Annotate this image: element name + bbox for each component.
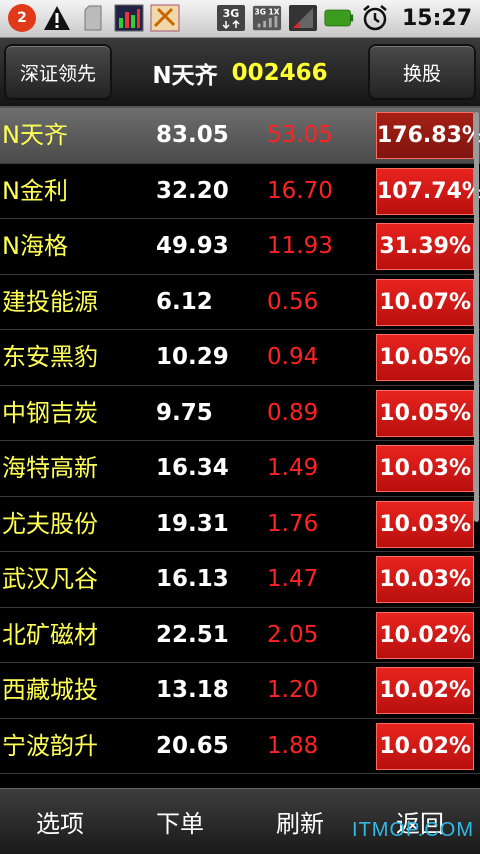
notification-badge: 2 <box>8 4 36 32</box>
list-scrollbar[interactable] <box>474 112 479 522</box>
row-pct: 10.03% <box>376 445 474 492</box>
svg-text:3G 1X: 3G 1X <box>254 7 279 16</box>
row-pct: 10.03% <box>376 500 474 548</box>
row-price: 20.65 <box>156 732 229 759</box>
row-name: 宁波韵升 <box>2 731 98 760</box>
stock-row[interactable]: N海格 49.93 11.93 31.39% <box>0 219 480 275</box>
row-price: 9.75 <box>156 399 213 426</box>
row-price: 19.31 <box>156 510 229 537</box>
row-pct: 10.02% <box>376 667 474 714</box>
stock-row[interactable]: 北矿磁材 22.51 2.05 10.02% <box>0 608 480 663</box>
row-price: 32.20 <box>156 177 229 204</box>
row-name: 西藏城投 <box>2 676 98 704</box>
tools-icon <box>150 4 180 32</box>
row-pct: 10.05% <box>376 334 474 381</box>
row-name: N天齐 <box>2 121 68 149</box>
row-pct: 176.83% <box>376 112 480 159</box>
stock-header: 深证领先 N天齐 002466 换股 <box>0 38 480 108</box>
row-name: 北矿磁材 <box>2 620 98 649</box>
stock-title: N天齐 002466 <box>112 38 368 108</box>
stock-row[interactable]: 中钢吉炭 9.75 0.89 10.05% <box>0 386 480 441</box>
stock-row[interactable]: N天齐 83.05 53.05 176.83% <box>0 108 480 164</box>
refresh-button[interactable]: 刷新 <box>240 789 360 854</box>
row-pct: 10.02% <box>376 611 474 659</box>
row-change: 1.47 <box>267 566 319 592</box>
row-change: 1.49 <box>267 455 319 481</box>
watermark: ITMOP.COM <box>352 819 474 841</box>
row-name: 中钢吉炭 <box>2 398 98 427</box>
row-name: 东安黑豹 <box>2 343 98 371</box>
market-select-button[interactable]: 深证领先 <box>4 44 112 100</box>
status-bar: 2 3G 3G 1X 15:27 <box>0 0 480 38</box>
options-button[interactable]: 选项 <box>0 789 120 854</box>
row-name: N海格 <box>2 232 68 260</box>
row-name: 武汉凡谷 <box>2 565 98 593</box>
sd-card-icon <box>78 4 108 32</box>
row-name: 海特高新 <box>2 454 98 482</box>
row-change: 53.05 <box>267 122 333 148</box>
battery-icon <box>324 4 354 32</box>
svg-text:3G: 3G <box>223 7 240 20</box>
row-pct: 31.39% <box>376 223 474 270</box>
row-price: 13.18 <box>156 677 229 703</box>
row-pct: 107.74% <box>376 167 480 215</box>
row-price: 6.12 <box>156 288 213 315</box>
row-change: 0.94 <box>267 344 319 370</box>
stock-row[interactable]: 建投能源 6.12 0.56 10.07% <box>0 275 480 330</box>
status-bar-left: 2 <box>8 4 180 32</box>
status-time: 15:27 <box>401 5 472 31</box>
stock-list[interactable]: N天齐 83.05 53.05 176.83% N金利 32.20 16.70 … <box>0 108 480 788</box>
stock-row[interactable]: N金利 32.20 16.70 107.74% <box>0 164 480 219</box>
row-name: N金利 <box>2 176 68 205</box>
row-change: 1.88 <box>267 732 319 759</box>
place-order-button[interactable]: 下单 <box>120 789 240 854</box>
row-pct: 10.07% <box>376 278 474 326</box>
row-change: 0.56 <box>267 288 319 315</box>
row-change: 2.05 <box>267 621 319 648</box>
alarm-clock-icon <box>360 4 390 32</box>
row-name: 建投能源 <box>2 287 98 316</box>
row-change: 11.93 <box>267 233 333 259</box>
row-change: 1.76 <box>267 510 319 537</box>
row-price: 16.34 <box>156 455 229 481</box>
stock-name: N天齐 <box>152 63 218 89</box>
stock-row[interactable]: 东安黑豹 10.29 0.94 10.05% <box>0 330 480 386</box>
stock-app-icon <box>114 4 144 32</box>
row-change: 0.89 <box>267 399 319 426</box>
stock-row[interactable]: 宁波韵升 20.65 1.88 10.02% <box>0 719 480 774</box>
row-price: 10.29 <box>156 344 229 370</box>
stock-code: 002466 <box>231 60 328 86</box>
stock-row[interactable]: 西藏城投 13.18 1.20 10.02% <box>0 663 480 719</box>
row-change: 16.70 <box>267 177 333 204</box>
row-price: 49.93 <box>156 233 229 259</box>
row-price: 16.13 <box>156 566 229 592</box>
stock-row[interactable]: 海特高新 16.34 1.49 10.03% <box>0 441 480 497</box>
row-pct: 10.05% <box>376 389 474 437</box>
row-price: 83.05 <box>156 122 229 148</box>
row-pct: 10.02% <box>376 722 474 770</box>
row-change: 1.20 <box>267 677 319 703</box>
warning-icon <box>42 4 72 32</box>
stock-row[interactable]: 武汉凡谷 16.13 1.47 10.03% <box>0 552 480 608</box>
network-3g-icon: 3G <box>216 4 246 32</box>
row-price: 22.51 <box>156 621 229 648</box>
signal-icon <box>288 4 318 32</box>
row-name: 尤夫股份 <box>2 509 98 538</box>
status-bar-right: 3G 3G 1X 15:27 <box>216 4 472 32</box>
change-stock-button[interactable]: 换股 <box>368 44 476 100</box>
stock-row[interactable]: 尤夫股份 19.31 1.76 10.03% <box>0 497 480 552</box>
row-pct: 10.03% <box>376 556 474 603</box>
network-3g-1x-icon: 3G 1X <box>252 4 282 32</box>
